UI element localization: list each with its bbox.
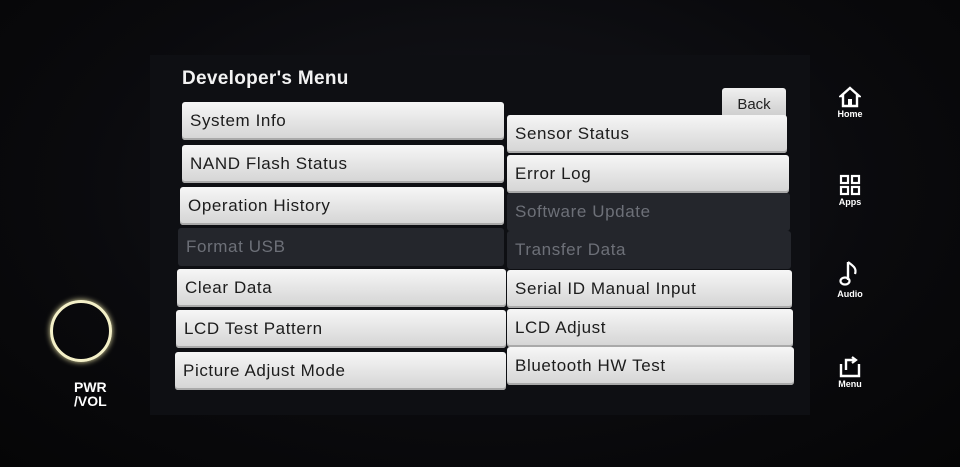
nand-flash-status-button[interactable]: NAND Flash Status — [182, 145, 504, 183]
system-info-button[interactable]: System Info — [182, 102, 504, 140]
software-update-button: Software Update — [507, 193, 790, 231]
power-volume-label: PWR /VOL — [74, 380, 107, 408]
page-title: Developer's Menu — [182, 68, 349, 89]
lcd-adjust-button[interactable]: LCD Adjust — [507, 309, 793, 347]
power-volume-knob[interactable] — [50, 300, 112, 362]
lcd-test-pattern-button[interactable]: LCD Test Pattern — [176, 310, 506, 348]
audio-side-button[interactable]: Audio — [830, 260, 870, 299]
audio-icon — [839, 261, 857, 286]
clear-data-button[interactable]: Clear Data — [177, 269, 506, 307]
menu-side-button[interactable]: Menu — [830, 356, 870, 389]
pwr-label-line2: /VOL — [74, 393, 107, 409]
apps-label: Apps — [838, 197, 862, 207]
home-icon — [839, 86, 861, 108]
menu-icon — [839, 356, 861, 378]
menu-label: Menu — [838, 379, 862, 389]
home-side-button[interactable]: Home — [830, 86, 870, 119]
picture-adjust-mode-button[interactable]: Picture Adjust Mode — [175, 352, 506, 390]
audio-label: Audio — [837, 289, 863, 299]
sensor-status-button[interactable]: Sensor Status — [507, 115, 787, 153]
pwr-label-line1: PWR — [74, 379, 107, 395]
serial-id-manual-input-button[interactable]: Serial ID Manual Input — [507, 270, 792, 308]
apps-side-button[interactable]: Apps — [830, 174, 870, 207]
transfer-data-button: Transfer Data — [507, 231, 791, 269]
bluetooth-hw-test-button[interactable]: Bluetooth HW Test — [507, 347, 794, 385]
apps-icon — [839, 174, 861, 196]
operation-history-button[interactable]: Operation History — [180, 187, 504, 225]
format-usb-button: Format USB — [178, 228, 504, 266]
error-log-button[interactable]: Error Log — [507, 155, 789, 193]
home-label: Home — [837, 109, 863, 119]
